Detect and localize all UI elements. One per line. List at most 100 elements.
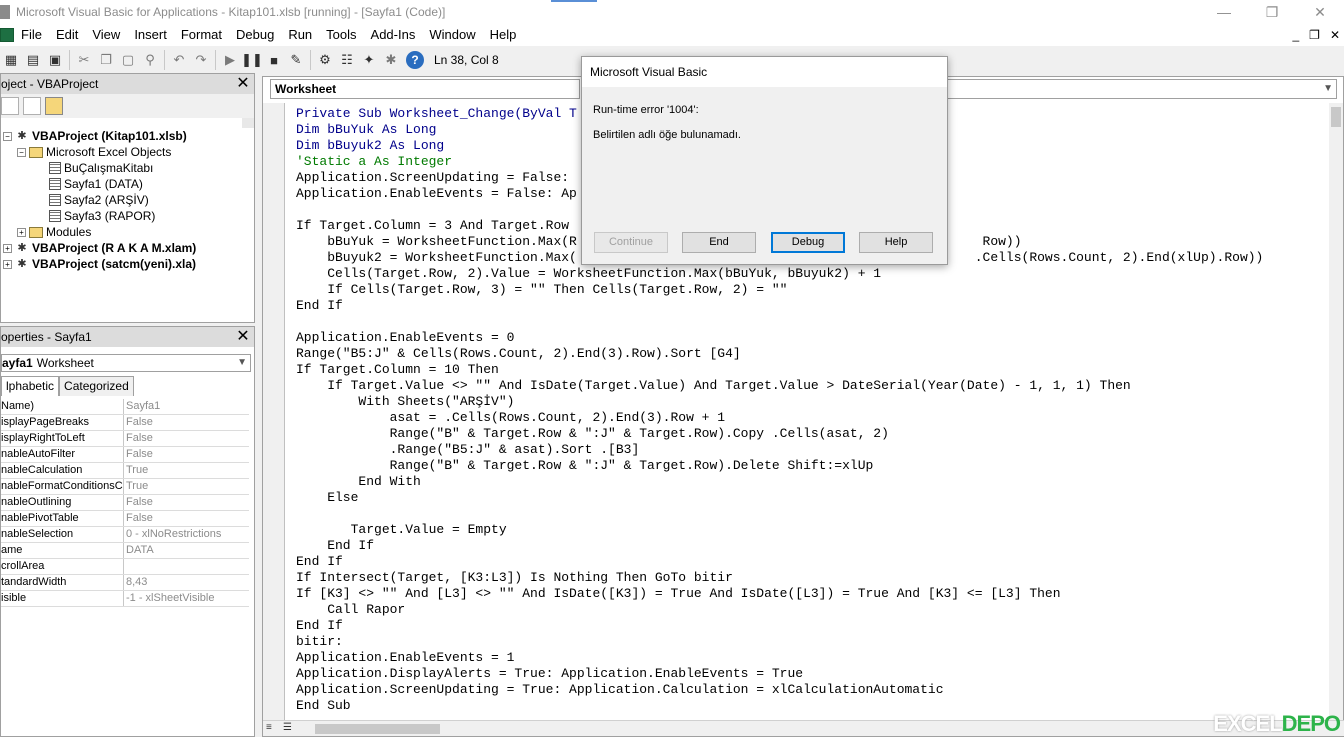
menu-help[interactable]: Help — [483, 24, 524, 46]
expand-icon[interactable]: + — [17, 227, 26, 237]
menu-edit[interactable]: Edit — [49, 24, 85, 46]
menu-insert[interactable]: Insert — [127, 24, 174, 46]
mdi-minimize-button[interactable]: _ — [1292, 28, 1299, 42]
property-row[interactable]: nableCalculation True — [1, 463, 249, 479]
menu-tools[interactable]: Tools — [319, 24, 363, 46]
property-value[interactable] — [124, 559, 249, 574]
property-row[interactable]: crollArea — [1, 559, 249, 575]
object-selector[interactable]: ayfa1 Worksheet ▼ — [1, 354, 251, 372]
tree-item[interactable]: − ✱ VBAProject (Kitap101.xlsb) — [1, 128, 241, 144]
menu-run[interactable]: Run — [281, 24, 319, 46]
property-row[interactable]: isible -1 - xlSheetVisible — [1, 591, 249, 607]
code-line[interactable]: End Sub — [296, 698, 1326, 714]
code-line[interactable]: .Range("B5:J" & asat).Sort .[B3] — [296, 442, 1326, 458]
code-line[interactable]: Application.EnableEvents = 0 — [296, 330, 1326, 346]
code-line[interactable]: If [K3] <> "" And [L3] <> "" And IsDate(… — [296, 586, 1326, 602]
code-line[interactable]: Call Rapor — [296, 602, 1326, 618]
copy-icon[interactable]: ❐ — [95, 49, 117, 71]
chevron-down-icon[interactable]: ▼ — [1323, 80, 1333, 98]
excel-icon[interactable] — [0, 28, 14, 42]
object-browser-icon[interactable]: ✦ — [358, 49, 380, 71]
toggle-folders-icon[interactable] — [45, 97, 63, 115]
insert-module-icon[interactable]: ▤ — [22, 49, 44, 71]
properties-window-icon[interactable]: ☷ — [336, 49, 358, 71]
help-icon[interactable]: ? — [406, 51, 424, 69]
code-line[interactable]: If Target.Column = 10 Then — [296, 362, 1326, 378]
property-row[interactable]: tandardWidth 8,43 — [1, 575, 249, 591]
code-line[interactable] — [296, 506, 1326, 522]
close-button[interactable]: ✕ — [1296, 0, 1344, 24]
code-line[interactable]: Application.DisplayAlerts = True: Applic… — [296, 666, 1326, 682]
tree-item[interactable]: + ✱ VBAProject (R A K A M.xlam) — [1, 240, 241, 256]
property-value[interactable]: 0 - xlNoRestrictions — [124, 527, 249, 542]
help-button[interactable]: Help — [859, 232, 933, 253]
menu-addins[interactable]: Add-Ins — [364, 24, 423, 46]
menu-debug[interactable]: Debug — [229, 24, 281, 46]
undo-icon[interactable]: ↶ — [168, 49, 190, 71]
restore-button[interactable]: ❐ — [1248, 0, 1296, 24]
end-button[interactable]: End — [682, 232, 756, 253]
project-explorer-icon[interactable]: ⚙ — [314, 49, 336, 71]
paste-icon[interactable]: ▢ — [117, 49, 139, 71]
horizontal-scroll-thumb[interactable] — [315, 724, 440, 734]
view-code-icon[interactable] — [1, 97, 19, 115]
code-line[interactable]: bitir: — [296, 634, 1326, 650]
property-value[interactable]: DATA — [124, 543, 249, 558]
menu-view[interactable]: View — [85, 24, 127, 46]
save-icon[interactable]: ▣ — [44, 49, 66, 71]
code-line[interactable]: Cells(Target.Row, 2).Value = WorksheetFu… — [296, 266, 1326, 282]
tree-item[interactable]: BuÇalışmaKitabı — [1, 160, 241, 176]
project-close-icon[interactable]: ✕ — [234, 75, 252, 93]
property-value[interactable]: False — [124, 415, 249, 430]
debug-button[interactable]: Debug — [771, 232, 845, 253]
properties-close-icon[interactable]: ✕ — [234, 328, 252, 346]
property-value[interactable]: -1 - xlSheetVisible — [124, 591, 249, 606]
code-line[interactable]: asat = .Cells(Rows.Count, 2).End(3).Row … — [296, 410, 1326, 426]
continue-button[interactable]: Continue — [594, 232, 668, 253]
menu-file[interactable]: File — [14, 24, 49, 46]
code-line[interactable]: Application.ScreenUpdating = True: Appli… — [296, 682, 1326, 698]
property-value[interactable]: False — [124, 495, 249, 510]
code-line[interactable]: If Cells(Target.Row, 3) = "" Then Cells(… — [296, 282, 1326, 298]
design-mode-icon[interactable]: ✎ — [285, 49, 307, 71]
margin-indicator-bar[interactable] — [263, 103, 285, 721]
mdi-close-button[interactable]: ✕ — [1330, 28, 1340, 42]
mdi-restore-button[interactable]: ❐ — [1309, 28, 1320, 42]
menu-window[interactable]: Window — [422, 24, 482, 46]
code-line[interactable]: Range("B" & Target.Row & ":J" & Target.R… — [296, 426, 1326, 442]
reset-icon[interactable]: ■ — [263, 49, 285, 71]
tab-alphabetic[interactable]: lphabetic — [1, 376, 60, 396]
code-line[interactable] — [296, 314, 1326, 330]
chevron-down-icon[interactable]: ▼ — [237, 355, 247, 371]
code-line[interactable]: End If — [296, 538, 1326, 554]
property-value[interactable]: True — [124, 479, 249, 494]
code-line[interactable]: End If — [296, 298, 1326, 314]
object-combo[interactable]: Worksheet — [270, 79, 580, 99]
property-row[interactable]: isplayPageBreaks False — [1, 415, 249, 431]
property-row[interactable]: nableAutoFilter False — [1, 447, 249, 463]
property-value[interactable]: Sayfa1 — [124, 399, 249, 414]
property-row[interactable]: ame DATA — [1, 543, 249, 559]
property-value[interactable]: False — [124, 447, 249, 462]
code-line[interactable]: With Sheets("ARŞİV") — [296, 394, 1326, 410]
property-value[interactable]: False — [124, 511, 249, 526]
full-module-view-icon[interactable]: ☰ — [283, 722, 295, 734]
cut-icon[interactable]: ✂ — [73, 49, 95, 71]
menu-format[interactable]: Format — [174, 24, 229, 46]
vertical-scroll-thumb[interactable] — [1331, 107, 1341, 127]
code-line[interactable]: Target.Value = Empty — [296, 522, 1326, 538]
procedure-view-icon[interactable]: ≡ — [266, 722, 278, 734]
property-row[interactable]: isplayRightToLeft False — [1, 431, 249, 447]
break-icon[interactable]: ❚❚ — [241, 49, 263, 71]
code-line[interactable]: Application.EnableEvents = 1 — [296, 650, 1326, 666]
code-line[interactable]: If Target.Value <> "" And IsDate(Target.… — [296, 378, 1326, 394]
tree-item[interactable]: Sayfa3 (RAPOR) — [1, 208, 241, 224]
property-row[interactable]: nableSelection 0 - xlNoRestrictions — [1, 527, 249, 543]
find-icon[interactable]: ⚲ — [139, 49, 161, 71]
tree-item[interactable]: − Microsoft Excel Objects — [1, 144, 241, 160]
redo-icon[interactable]: ↷ — [190, 49, 212, 71]
code-line[interactable]: End If — [296, 618, 1326, 634]
code-line[interactable]: Else — [296, 490, 1326, 506]
property-value[interactable]: 8,43 — [124, 575, 249, 590]
run-icon[interactable]: ▶ — [219, 49, 241, 71]
